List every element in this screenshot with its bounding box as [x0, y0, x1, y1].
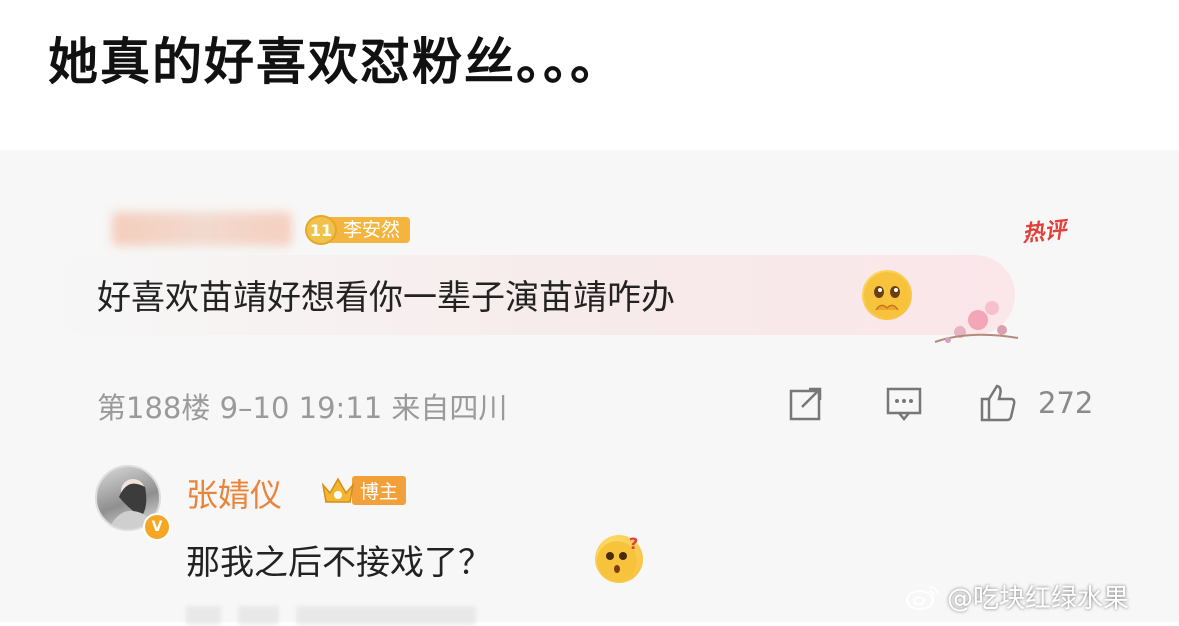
flower-decoration-icon — [934, 301, 1019, 343]
fan-badge-label: 李安然 — [327, 217, 411, 243]
crown-icon — [321, 477, 355, 503]
blurred-username — [112, 212, 292, 246]
weibo-logo-icon — [906, 585, 939, 610]
pleading-emoji-icon — [862, 270, 912, 320]
watermark-text: @吃块红绿水果 — [947, 584, 1130, 614]
post-caption: 她真的好喜欢怼粉丝。。。 — [48, 33, 622, 91]
reply-author-name[interactable]: 张婧仪 — [186, 470, 282, 516]
watermark: @吃块红绿水果 — [905, 578, 1129, 615]
comment-meta: 第188楼 9–10 19:11 来自四川 — [97, 391, 508, 425]
thinking-emoji-icon: ? — [595, 535, 643, 583]
fan-level-icon: 11 — [305, 215, 337, 245]
comment-text: 好喜欢苗靖好想看你一辈子演苗靖咋办 — [97, 278, 675, 318]
like-icon[interactable] — [978, 383, 1018, 423]
next-comment-partial — [186, 606, 476, 626]
comment-icon[interactable] — [884, 383, 924, 423]
verified-icon: V — [143, 513, 171, 541]
reply-text: 那我之后不接戏了？ — [186, 543, 492, 583]
host-tag-label: 博主 — [352, 475, 407, 505]
hot-comment-tag: 热评 — [1021, 217, 1068, 248]
svg-text:?: ? — [629, 535, 638, 553]
like-count: 272 — [1038, 386, 1094, 420]
host-badge: 博主 — [320, 474, 407, 506]
fan-badge[interactable]: 11 李安然 — [305, 215, 411, 245]
share-icon[interactable] — [786, 383, 826, 423]
